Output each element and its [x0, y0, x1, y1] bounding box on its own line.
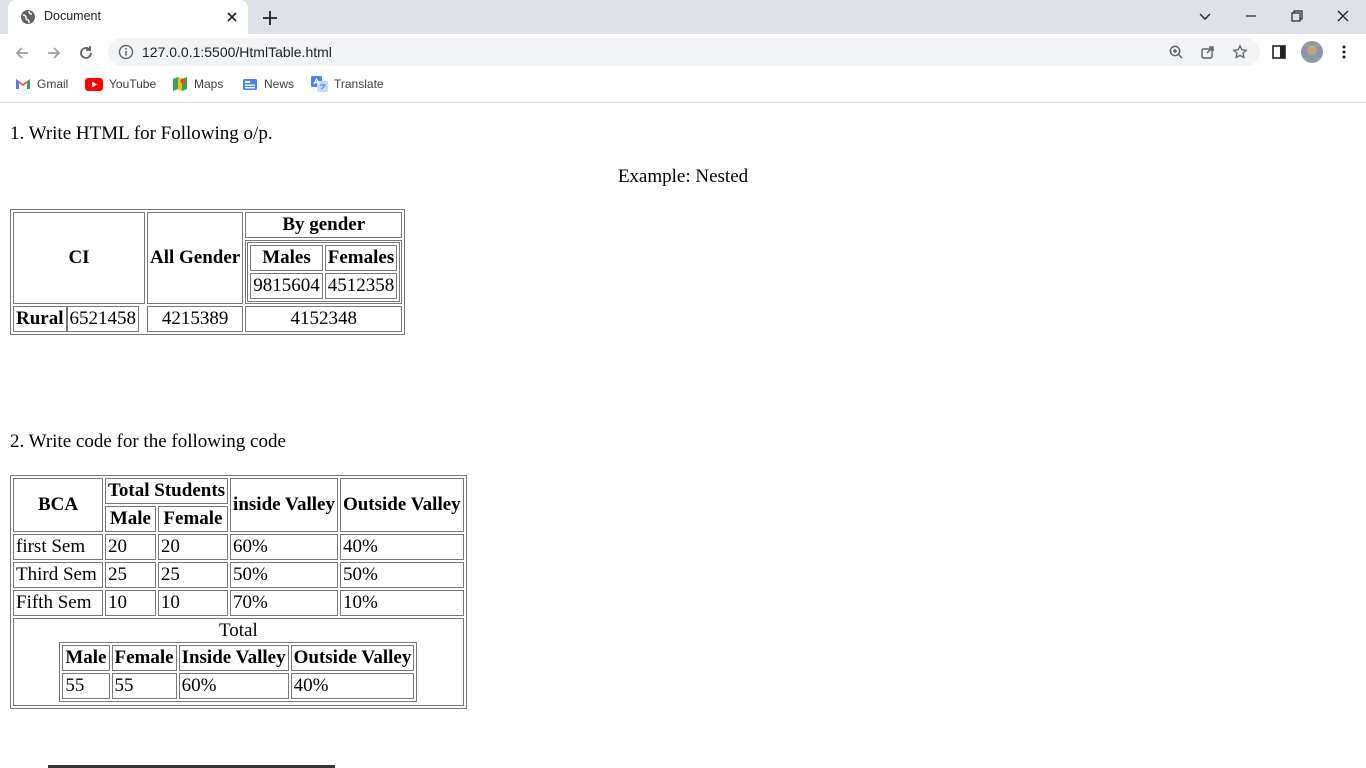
- info-icon[interactable]: [118, 44, 134, 60]
- side-panel-icon[interactable]: [1271, 44, 1287, 60]
- total-header-female: Female: [111, 645, 177, 671]
- address-bar[interactable]: 127.0.0.1:5500/HtmlTable.html: [108, 38, 1260, 66]
- total-outside-value: 40%: [290, 673, 415, 699]
- rural-inner-table: Rural 6521458: [13, 306, 139, 332]
- female-cell: 20: [157, 534, 229, 560]
- inside-cell: 50%: [230, 562, 338, 588]
- header-male: Male: [105, 506, 156, 532]
- back-arrow-icon[interactable]: [12, 43, 32, 63]
- header-all-gender: All Gender: [147, 212, 244, 304]
- bookmark-maps[interactable]: Maps: [172, 76, 223, 92]
- nested-gender-table: Males Females 9815604 4512358: [247, 242, 401, 302]
- total-label: Total: [218, 620, 258, 641]
- rural-cell: Rural 6521458: [13, 306, 145, 332]
- nested-total-table: Male Female Inside Valley Outside Valley…: [59, 642, 418, 702]
- inside-cell: 60%: [230, 534, 338, 560]
- browser-tab[interactable]: Document: [8, 0, 248, 34]
- bookmark-news[interactable]: News: [242, 76, 294, 92]
- bookmark-youtube[interactable]: YouTube: [85, 76, 156, 92]
- male-cell: 10: [105, 590, 156, 616]
- minimize-icon[interactable]: [1241, 6, 1261, 26]
- nested-gender-cell: Males Females 9815604 4512358: [245, 240, 403, 304]
- total-header-outside: Outside Valley: [290, 645, 415, 671]
- inside-cell: 70%: [230, 590, 338, 616]
- bookmark-gmail[interactable]: Gmail: [15, 76, 68, 92]
- female-cell: 10: [157, 590, 229, 616]
- forward-arrow-icon[interactable]: [44, 43, 64, 63]
- question-1-text: 1. Write HTML for Following o/p.: [10, 123, 273, 144]
- male-cell: 25: [105, 562, 156, 588]
- total-cell: Total Male Female Inside Valley Outside …: [13, 618, 464, 706]
- reload-icon[interactable]: [76, 43, 96, 63]
- share-icon[interactable]: [1200, 44, 1216, 60]
- rural-all-gender-value: 4215389: [147, 306, 244, 332]
- males-value: 9815604: [250, 273, 323, 299]
- outside-cell: 50%: [339, 562, 464, 588]
- total-header-inside: Inside Valley: [178, 645, 289, 671]
- window-close-icon[interactable]: [1333, 6, 1353, 26]
- female-cell: 25: [157, 562, 229, 588]
- chevron-down-icon[interactable]: [1195, 6, 1215, 26]
- header-males: Males: [250, 245, 323, 271]
- globe-icon: [21, 10, 35, 24]
- table-row: Third Sem 25 25 50% 50%: [13, 562, 464, 588]
- census-table: CI All Gender By gender Males Females 98…: [10, 209, 406, 335]
- tab-title: Document: [44, 9, 101, 23]
- bca-table: BCA Total Students inside Valley Outside…: [10, 475, 467, 709]
- table-row: first Sem 20 20 60% 40%: [13, 534, 464, 560]
- example-caption: Example: Nested: [617, 166, 749, 187]
- total-female-value: 55: [111, 673, 177, 699]
- male-cell: 20: [105, 534, 156, 560]
- bookmark-translate[interactable]: Translate: [311, 76, 384, 92]
- page-content: 1. Write HTML for Following o/p. Example…: [0, 103, 1366, 768]
- rural-ci-value: 6521458: [66, 306, 139, 332]
- header-female: Female: [157, 506, 229, 532]
- youtube-icon: [85, 77, 103, 91]
- star-icon[interactable]: [1232, 44, 1248, 60]
- profile-avatar[interactable]: [1301, 41, 1323, 63]
- rural-by-gender-value: 4152348: [245, 306, 403, 332]
- sem-cell: first Sem: [13, 534, 103, 560]
- total-male-value: 55: [62, 673, 110, 699]
- zoom-icon[interactable]: [1168, 44, 1184, 60]
- maps-icon: [173, 77, 187, 91]
- females-value: 4512358: [324, 273, 398, 299]
- total-header-male: Male: [62, 645, 110, 671]
- header-by-gender: By gender: [245, 212, 403, 238]
- sem-cell: Fifth Sem: [13, 590, 103, 616]
- restore-icon[interactable]: [1287, 6, 1307, 26]
- tab-strip: Document: [0, 0, 1366, 34]
- header-outside-valley: Outside Valley: [339, 478, 464, 532]
- rural-label: Rural: [13, 306, 67, 332]
- header-ci: CI: [13, 212, 145, 304]
- gmail-icon: [16, 79, 30, 89]
- close-icon[interactable]: [224, 9, 240, 25]
- sem-cell: Third Sem: [13, 562, 103, 588]
- outside-cell: 10%: [339, 590, 464, 616]
- menu-dots-icon[interactable]: [1336, 44, 1352, 60]
- question-2-text: 2. Write code for the following code: [10, 431, 286, 452]
- header-females: Females: [324, 245, 398, 271]
- header-total-students: Total Students: [105, 478, 229, 504]
- translate-icon: [311, 76, 328, 92]
- url-text[interactable]: 127.0.0.1:5500/HtmlTable.html: [142, 44, 332, 60]
- table-row: Fifth Sem 10 10 70% 10%: [13, 590, 464, 616]
- header-inside-valley: inside Valley: [230, 478, 338, 532]
- total-inside-value: 60%: [178, 673, 289, 699]
- outside-cell: 40%: [339, 534, 464, 560]
- new-tab-icon[interactable]: [260, 8, 280, 28]
- news-icon: [243, 79, 257, 90]
- header-bca: BCA: [13, 478, 103, 532]
